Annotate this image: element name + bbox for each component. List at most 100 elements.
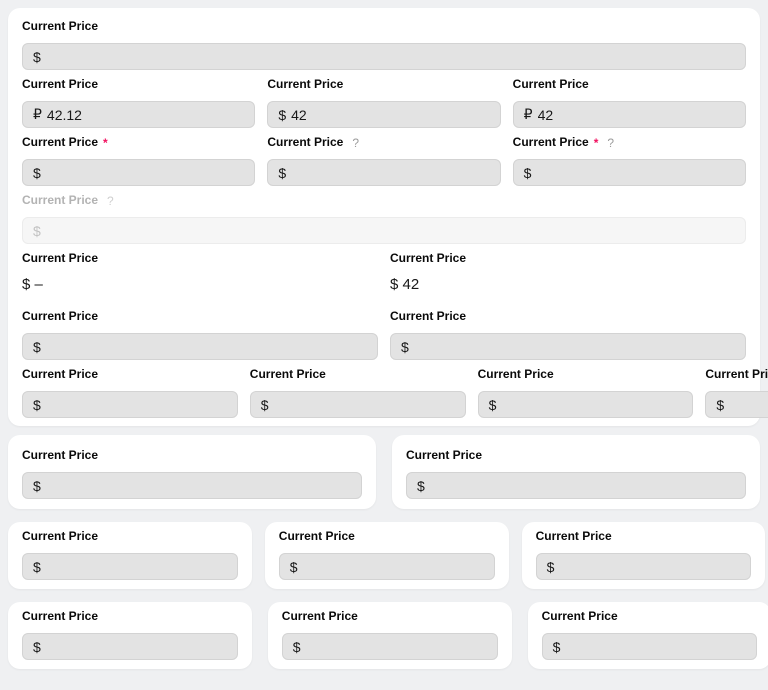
currency-input-box[interactable]: $ <box>390 333 746 360</box>
currency-prefix: $ <box>716 397 724 413</box>
help-icon[interactable]: ? <box>607 136 614 150</box>
field-label: Current Price <box>22 610 98 623</box>
currency-input-box[interactable]: $ <box>267 101 500 128</box>
currency-input[interactable] <box>565 634 746 659</box>
currency-input[interactable] <box>46 634 227 659</box>
currency-input-box[interactable]: $ <box>279 553 495 580</box>
currency-input[interactable] <box>46 160 245 185</box>
currency-field: Current Price ₽ <box>513 78 746 128</box>
currency-field: Current Price $ <box>22 449 362 499</box>
currency-input[interactable] <box>414 334 735 359</box>
required-marker: * <box>103 136 108 150</box>
currency-input-box-disabled: $ <box>22 217 746 244</box>
currency-input[interactable] <box>501 392 682 417</box>
field-label: Current Price <box>22 530 98 543</box>
field-card: Current Price $ <box>265 522 509 589</box>
field-label: Current Price <box>267 78 343 91</box>
currency-prefix: $ <box>553 639 561 655</box>
currency-prefix: ₽ <box>33 106 42 123</box>
currency-field: Current Price $ <box>705 368 768 418</box>
currency-input-box[interactable]: $ <box>22 333 378 360</box>
field-card: Current Price $ <box>8 522 252 589</box>
field-label: Current Price <box>390 310 466 323</box>
currency-input[interactable] <box>291 102 490 127</box>
cards-row-three: Current Price $ Current Price $ Current … <box>8 522 760 589</box>
field-card: Current Price $ <box>392 435 760 509</box>
field-label: Current Price <box>406 449 482 462</box>
currency-input-box[interactable]: $ <box>478 391 694 418</box>
currency-input-box[interactable]: $ <box>542 633 758 660</box>
field-label: Current Price <box>513 78 589 91</box>
field-label: Current Price <box>22 78 98 91</box>
currency-field-required: Current Price * $ <box>22 136 255 186</box>
field-label: Current Price <box>22 136 98 149</box>
currency-input[interactable] <box>538 102 735 127</box>
currency-input-box[interactable]: $ <box>250 391 466 418</box>
currency-input[interactable] <box>46 44 735 69</box>
currency-input-box[interactable]: ₽ <box>513 101 746 128</box>
currency-field: Current Price ₽ <box>22 78 255 128</box>
currency-input[interactable] <box>46 554 227 579</box>
currency-field: Current Price $ <box>22 610 238 660</box>
field-label-row: Current Price <box>22 20 746 33</box>
currency-input[interactable] <box>291 160 490 185</box>
field-label: Current Price <box>705 368 768 381</box>
currency-input[interactable] <box>46 473 351 498</box>
currency-input-box[interactable]: $ <box>22 472 362 499</box>
currency-field: Current Price $ <box>542 610 758 660</box>
currency-prefix: $ <box>290 559 298 575</box>
currency-prefix: $ <box>33 478 41 494</box>
field-label: Current Price <box>22 368 98 381</box>
currency-field: Current Price $ <box>282 610 498 660</box>
main-card: Current Price $ Current Price ₽ Current … <box>8 8 760 426</box>
currency-field-readonly: Current Price $ 42 <box>390 252 746 302</box>
field-label: Current Price <box>22 20 98 33</box>
currency-field: Current Price $ <box>536 530 752 580</box>
currency-input-box[interactable]: $ <box>22 391 238 418</box>
currency-prefix: $ <box>33 559 41 575</box>
currency-field: Current Price $ <box>22 530 238 580</box>
currency-input-box[interactable]: $ <box>22 633 238 660</box>
currency-input[interactable] <box>274 392 455 417</box>
currency-prefix: $ <box>524 165 532 181</box>
currency-input[interactable] <box>47 102 244 127</box>
currency-field: Current Price $ <box>279 530 495 580</box>
currency-prefix: $ <box>401 339 409 355</box>
currency-field-with-help: Current Price ? $ <box>267 136 500 186</box>
currency-input-box[interactable]: $ <box>406 472 746 499</box>
currency-input-box[interactable]: $ <box>513 159 746 186</box>
row-filled-values: Current Price ₽ Current Price $ Current … <box>22 78 746 128</box>
currency-input[interactable] <box>430 473 735 498</box>
currency-prefix: $ <box>261 397 269 413</box>
currency-field-readonly: Current Price $ – <box>22 252 378 302</box>
cards-row-four: Current Price $ Current Price $ Current … <box>8 602 760 669</box>
field-label: Current Price <box>22 252 98 265</box>
currency-input[interactable] <box>303 554 484 579</box>
currency-input-box[interactable]: $ <box>705 391 768 418</box>
field-card: Current Price $ <box>528 602 768 669</box>
row-four-col: Current Price $ Current Price $ Current … <box>22 368 746 418</box>
help-icon[interactable]: ? <box>352 136 359 150</box>
currency-input-box[interactable]: $ <box>22 553 238 580</box>
currency-input[interactable] <box>536 160 735 185</box>
currency-field: Current Price $ <box>406 449 746 499</box>
currency-input[interactable] <box>46 392 227 417</box>
field-label: Current Price <box>267 136 343 149</box>
currency-input[interactable] <box>306 634 487 659</box>
currency-prefix: $ <box>33 223 41 239</box>
currency-input-box[interactable]: $ <box>267 159 500 186</box>
currency-input[interactable] <box>729 392 768 417</box>
field-card: Current Price $ <box>8 602 252 669</box>
currency-input-box[interactable]: $ <box>536 553 752 580</box>
currency-input-box[interactable]: $ <box>282 633 498 660</box>
currency-prefix: $ <box>33 165 41 181</box>
currency-input-box[interactable]: $ <box>22 159 255 186</box>
currency-input-box[interactable]: ₽ <box>22 101 255 128</box>
currency-input-box[interactable]: $ <box>22 43 746 70</box>
currency-input[interactable] <box>46 334 367 359</box>
currency-input[interactable] <box>559 554 740 579</box>
field-label: Current Price <box>22 449 98 462</box>
required-marker: * <box>594 136 599 150</box>
row-readonly: Current Price $ – Current Price $ 42 <box>22 252 746 302</box>
field-card: Current Price $ <box>522 522 766 589</box>
